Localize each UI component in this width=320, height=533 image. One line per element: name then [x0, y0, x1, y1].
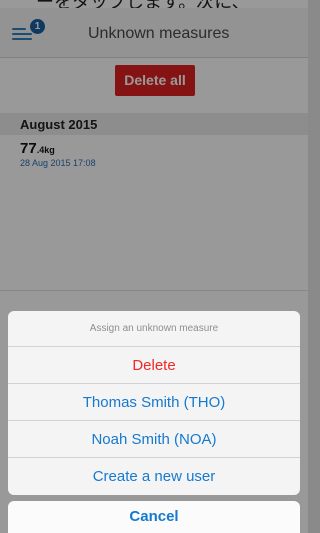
assign-user-thomas[interactable]: Thomas Smith (THO): [8, 384, 300, 421]
action-sheet-title: Assign an unknown measure: [8, 311, 300, 347]
assign-user-noah[interactable]: Noah Smith (NOA): [8, 421, 300, 458]
create-new-user-action[interactable]: Create a new user: [8, 458, 300, 495]
cancel-button[interactable]: Cancel: [8, 501, 300, 533]
delete-action[interactable]: Delete: [8, 347, 300, 384]
action-sheet: Assign an unknown measure Delete Thomas …: [8, 311, 300, 495]
